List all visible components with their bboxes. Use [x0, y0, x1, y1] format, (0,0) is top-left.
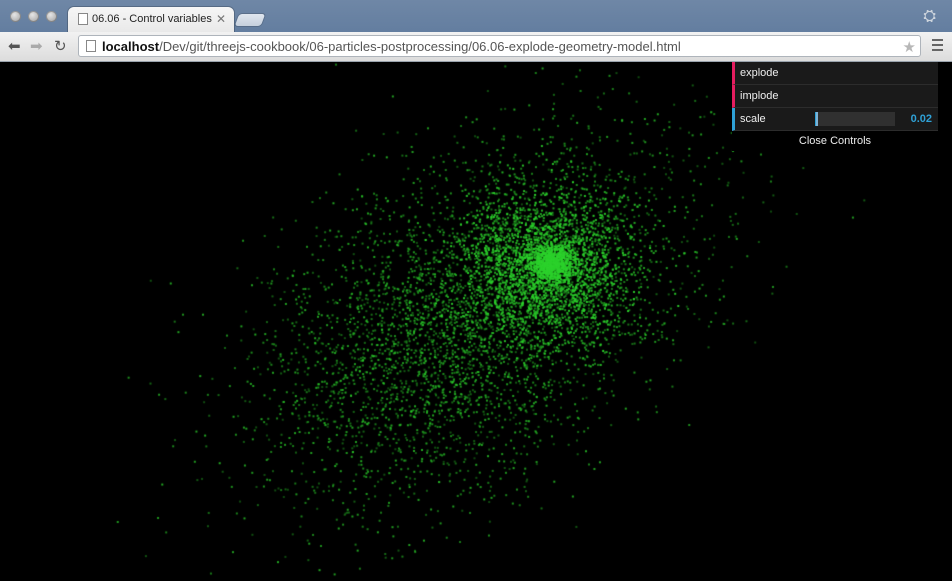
reload-button[interactable]: ↻ — [54, 37, 67, 55]
explode-label: explode — [740, 67, 779, 79]
scale-control: scale 0.02 — [732, 108, 938, 131]
url-path: /Dev/git/threejs-cookbook/06-particles-p… — [159, 39, 681, 54]
page-icon — [78, 13, 88, 25]
tab-close-icon[interactable]: ✕ — [216, 12, 226, 26]
close-controls-button[interactable]: Close Controls — [732, 131, 938, 151]
close-window-button[interactable] — [10, 11, 21, 22]
explode-button[interactable]: explode — [732, 62, 938, 85]
webgl-viewport[interactable]: explode implode scale 0.02 Close Control… — [0, 62, 952, 581]
page-icon — [86, 40, 96, 52]
url-host: localhost — [102, 39, 160, 54]
incognito-icon: ⛭ — [923, 8, 936, 25]
tab-title: 06.06 - Control variables — [92, 13, 212, 25]
bookmark-star-icon[interactable]: ★ — [903, 38, 916, 56]
browser-chrome: 06.06 - Control variables ✕ ⛭ ⬅ ➡ ↻ loca… — [0, 0, 952, 62]
url-text: localhost/Dev/git/threejs-cookbook/06-pa… — [102, 39, 681, 54]
scale-label: scale — [740, 113, 766, 125]
zoom-window-button[interactable] — [46, 11, 57, 22]
forward-button[interactable]: ➡ — [30, 37, 43, 55]
implode-label: implode — [740, 90, 779, 102]
address-bar[interactable]: localhost/Dev/git/threejs-cookbook/06-pa… — [78, 35, 921, 57]
scale-slider[interactable] — [815, 112, 895, 126]
implode-button[interactable]: implode — [732, 85, 938, 108]
dat-gui-panel: explode implode scale 0.02 Close Control… — [732, 62, 938, 151]
minimize-window-button[interactable] — [28, 11, 39, 22]
menu-icon[interactable] — [932, 39, 943, 51]
scale-value[interactable]: 0.02 — [911, 113, 932, 125]
window-controls — [10, 11, 57, 22]
new-tab-button[interactable] — [234, 14, 266, 26]
browser-toolbar: ⬅ ➡ ↻ localhost/Dev/git/threejs-cookbook… — [0, 32, 952, 62]
back-button[interactable]: ⬅ — [8, 37, 21, 55]
tab-active[interactable]: 06.06 - Control variables ✕ — [68, 7, 234, 32]
scale-slider-knob[interactable] — [815, 112, 818, 126]
title-bar: 06.06 - Control variables ✕ ⛭ — [0, 0, 952, 32]
